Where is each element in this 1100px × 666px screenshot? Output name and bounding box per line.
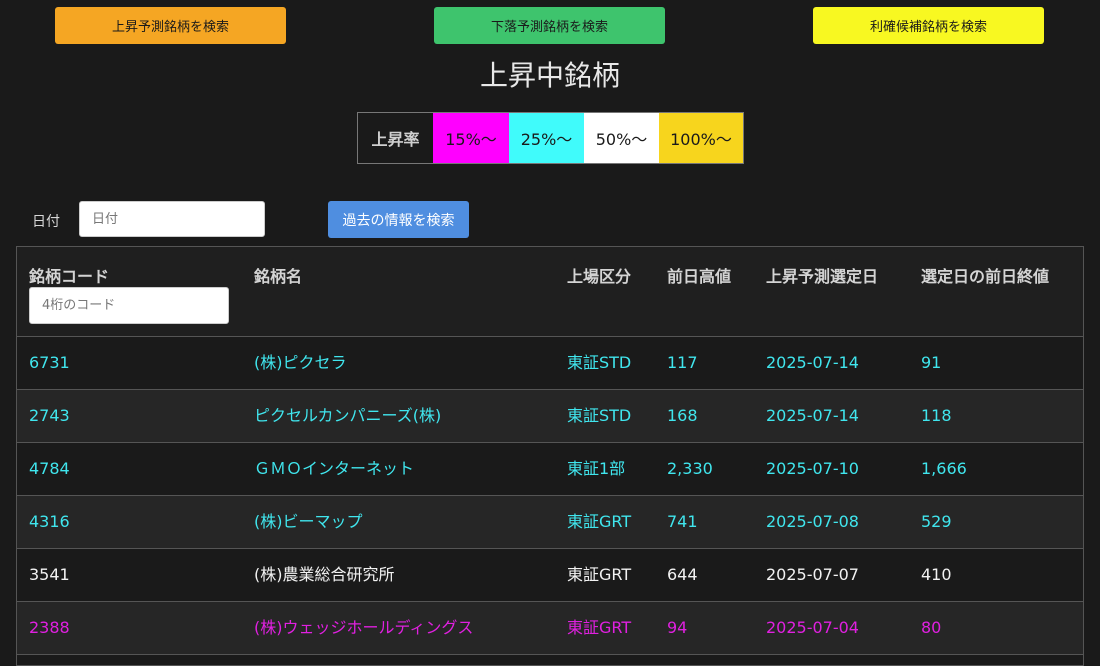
cell-market: 東証1部	[567, 459, 626, 478]
header-prev-high: 前日高値	[667, 267, 732, 286]
legend-item-100: 100%〜	[659, 113, 743, 163]
cell-prev-close: 1,666	[921, 459, 967, 478]
fall-search-button[interactable]: 下落予測銘柄を検索	[434, 7, 665, 44]
cell-market: 東証STD	[567, 406, 632, 425]
header-code: 銘柄コード	[29, 267, 110, 286]
header-prev-close: 選定日の前日終値	[921, 267, 1050, 286]
table-row: 3541 (株)農業総合研究所 東証GRT 644 2025-07-07 410	[17, 549, 1083, 602]
header-market: 上場区分	[567, 267, 632, 286]
header-name: 銘柄名	[254, 267, 303, 286]
code-filter-input[interactable]	[29, 287, 229, 324]
cell-code: 2743	[29, 406, 70, 425]
cell-selected-date: 2025-07-10	[766, 459, 859, 478]
legend-item-25: 25%〜	[509, 113, 584, 163]
table-row: 2743 ピクセルカンパニーズ(株) 東証STD 168 2025-07-14 …	[17, 390, 1083, 443]
cell-selected-date: 2025-07-08	[766, 512, 859, 531]
rise-search-button[interactable]: 上昇予測銘柄を検索	[55, 7, 286, 44]
cell-market: 東証GRT	[567, 512, 632, 531]
cell-code: 3541	[29, 565, 70, 584]
table-row: 6731 (株)ピクセラ 東証STD 117 2025-07-14 91	[17, 337, 1083, 390]
cell-prev-high: 644	[667, 565, 698, 584]
cell-market: 東証GRT	[567, 618, 632, 637]
cell-selected-date: 2025-07-07	[766, 565, 859, 584]
cell-code: 2388	[29, 618, 70, 637]
cell-name[interactable]: ＧＭＯインターネット	[254, 443, 414, 495]
search-past-button[interactable]: 過去の情報を検索	[328, 201, 469, 238]
cell-prev-high: 94	[667, 618, 688, 637]
cell-prev-close: 410	[921, 565, 952, 584]
cell-prev-close: 91	[921, 353, 942, 372]
legend-item-15: 15%〜	[433, 113, 509, 163]
cell-name[interactable]: (株)ウェッジホールディングス	[254, 602, 473, 654]
cell-name[interactable]: (株)ビーマップ	[254, 496, 363, 548]
table-header: 銘柄コード 銘柄名 上場区分 前日高値 上昇予測選定日 選定日の前日終値	[17, 247, 1083, 337]
cell-prev-close: 529	[921, 512, 952, 531]
cell-prev-close: 118	[921, 406, 952, 425]
cell-code: 4316	[29, 512, 70, 531]
cell-prev-high: 117	[667, 353, 698, 372]
rise-rate-legend: 上昇率 15%〜 25%〜 50%〜 100%〜	[357, 112, 744, 164]
cell-selected-date: 2025-07-14	[766, 406, 859, 425]
legend-item-50: 50%〜	[584, 113, 659, 163]
cell-name[interactable]: (株)農業総合研究所	[254, 549, 395, 601]
cell-prev-high: 741	[667, 512, 698, 531]
cell-prev-high: 168	[667, 406, 698, 425]
cell-market: 東証STD	[567, 353, 632, 372]
table-row: 4316 (株)ビーマップ 東証GRT 741 2025-07-08 529	[17, 496, 1083, 549]
table-row: 2388 (株)ウェッジホールディングス 東証GRT 94 2025-07-04…	[17, 602, 1083, 655]
date-input[interactable]	[79, 201, 265, 237]
stock-table: 銘柄コード 銘柄名 上場区分 前日高値 上昇予測選定日 選定日の前日終値 673…	[16, 246, 1084, 666]
cell-code: 4784	[29, 459, 70, 478]
header-selected-date: 上昇予測選定日	[766, 267, 879, 286]
date-label: 日付	[32, 214, 60, 230]
table-row: 4784 ＧＭＯインターネット 東証1部 2,330 2025-07-10 1,…	[17, 443, 1083, 496]
page-title: 上昇中銘柄	[479, 59, 620, 92]
cell-prev-high: 2,330	[667, 459, 713, 478]
legend-label: 上昇率	[371, 130, 420, 149]
cell-code: 6731	[29, 353, 70, 372]
cell-market: 東証GRT	[567, 565, 632, 584]
cell-selected-date: 2025-07-04	[766, 618, 859, 637]
cell-prev-close: 80	[921, 618, 942, 637]
profit-search-button[interactable]: 利確候補銘柄を検索	[813, 7, 1044, 44]
cell-name[interactable]: ピクセルカンパニーズ(株)	[254, 390, 441, 442]
cell-selected-date: 2025-07-14	[766, 353, 859, 372]
cell-name[interactable]: (株)ピクセラ	[254, 337, 347, 389]
